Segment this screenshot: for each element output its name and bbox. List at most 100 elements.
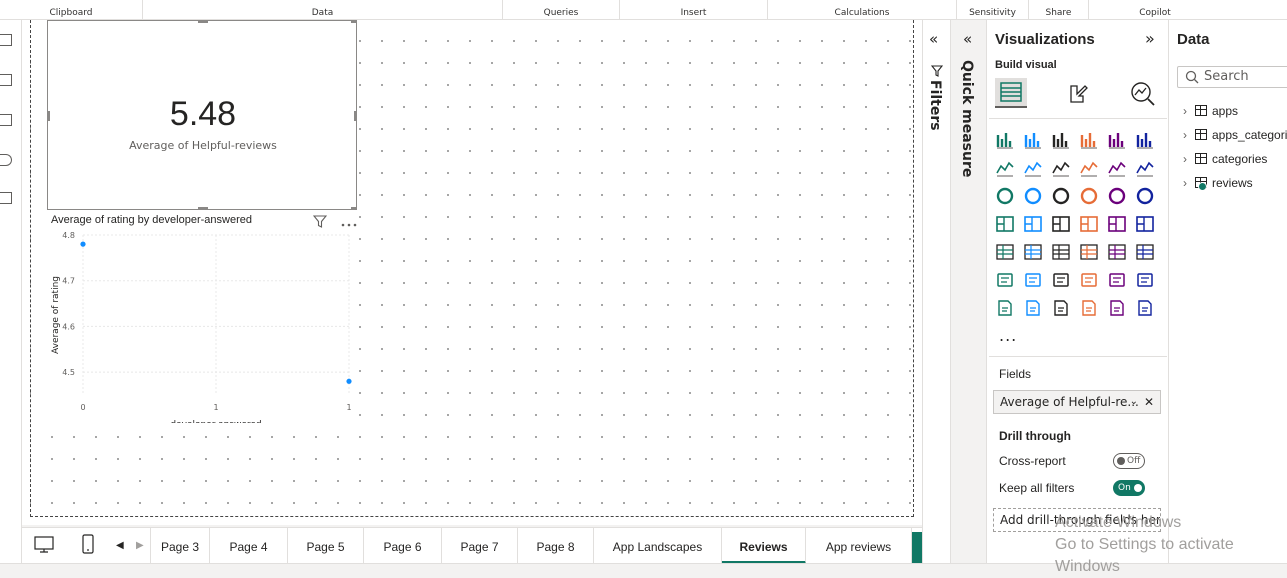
power-apps-icon[interactable] xyxy=(1023,298,1045,320)
100-stacked-column-chart-icon[interactable] xyxy=(1135,130,1157,152)
kpi-icon[interactable] xyxy=(1023,242,1045,264)
tab-reviews[interactable]: Reviews xyxy=(722,528,806,564)
table-view-icon[interactable] xyxy=(0,74,12,86)
waterfall-chart-icon[interactable] xyxy=(1023,186,1045,208)
format-visual-icon[interactable] xyxy=(1065,80,1091,110)
line-chart-icon[interactable] xyxy=(995,158,1017,180)
tab-page-7[interactable]: Page 7 xyxy=(442,528,518,564)
paginated-report-icon[interactable] xyxy=(995,298,1017,320)
chevron-right-icon[interactable]: › xyxy=(1183,175,1195,191)
tab-page-3[interactable]: Page 3 xyxy=(150,528,210,564)
chevron-right-icon[interactable]: › xyxy=(1183,151,1195,167)
r-visual-icon[interactable] xyxy=(1135,242,1157,264)
expand-filters-icon[interactable]: « xyxy=(929,30,938,48)
azure-map-icon[interactable] xyxy=(1079,214,1101,236)
100-stacked-bar-chart-icon[interactable] xyxy=(1107,130,1129,152)
more-chevron-icon[interactable] xyxy=(1135,298,1157,320)
donut-chart-icon[interactable] xyxy=(1135,186,1157,208)
tmdl-view-icon[interactable] xyxy=(0,192,12,204)
area-chart-icon[interactable] xyxy=(1023,158,1045,180)
gauge-icon[interactable] xyxy=(1107,214,1129,236)
tab-page-4[interactable]: Page 4 xyxy=(210,528,288,564)
matrix-icon[interactable] xyxy=(1107,242,1129,264)
table-item-categories[interactable]: › categories xyxy=(1183,151,1267,167)
report-view-icon[interactable] xyxy=(0,34,12,46)
desktop-layout-icon[interactable] xyxy=(34,536,54,558)
build-visual-label: Build visual xyxy=(995,59,1057,71)
chevron-down-icon[interactable]: ⌄ xyxy=(1130,391,1138,413)
filters-pane-collapsed[interactable]: « Filters xyxy=(922,20,950,563)
metrics-icon[interactable] xyxy=(1079,298,1101,320)
remove-field-icon[interactable]: ✕ xyxy=(1144,391,1154,413)
table-item-apps-categories[interactable]: › apps_categories xyxy=(1183,127,1287,143)
field-well-values[interactable]: Average of Helpful-re... ⌄ ✕ xyxy=(993,390,1161,414)
ribbon-chart-icon[interactable] xyxy=(995,186,1017,208)
tab-page-6[interactable]: Page 6 xyxy=(364,528,442,564)
report-page[interactable]: 5.48 Average of Helpful-reviews Average … xyxy=(30,20,914,517)
card-icon[interactable] xyxy=(1135,214,1157,236)
x-tick-label: 1 xyxy=(213,403,218,412)
keep-all-filters-toggle[interactable]: On xyxy=(1113,480,1145,496)
expand-quick-measure-icon[interactable]: « xyxy=(963,30,972,48)
analytics-icon[interactable] xyxy=(1129,80,1157,110)
scatter-chart-icon[interactable] xyxy=(1079,186,1101,208)
collapse-visualizations-icon[interactable]: » xyxy=(1145,29,1155,48)
power-bi-visual-icon[interactable] xyxy=(1107,298,1129,320)
power-automate-icon[interactable] xyxy=(1051,298,1073,320)
report-canvas[interactable]: 5.48 Average of Helpful-reviews Average … xyxy=(22,20,922,525)
tab-page-5[interactable]: Page 5 xyxy=(288,528,364,564)
filter-icon xyxy=(930,62,944,81)
decomposition-tree-icon[interactable] xyxy=(1051,270,1073,292)
tab-app-landscapes[interactable]: App Landscapes xyxy=(594,528,722,564)
qa-icon[interactable] xyxy=(1079,270,1101,292)
activation-watermark: Activate Windows Go to Settings to activ… xyxy=(1055,512,1287,578)
slicer-icon[interactable] xyxy=(1051,242,1073,264)
python-visual-icon[interactable] xyxy=(995,270,1017,292)
treemap-icon[interactable] xyxy=(995,214,1017,236)
filled-map-icon[interactable] xyxy=(1051,214,1073,236)
filters-label[interactable]: Filters xyxy=(927,80,943,131)
resize-handle[interactable] xyxy=(351,20,357,23)
build-visual-tab[interactable] xyxy=(995,78,1027,108)
resize-handle[interactable] xyxy=(351,207,357,210)
dax-query-view-icon[interactable] xyxy=(0,154,12,166)
ribbon-group-copilot: Copilot xyxy=(1139,8,1171,18)
stacked-bar-chart-icon[interactable] xyxy=(995,130,1017,152)
key-influencers-icon[interactable] xyxy=(1023,270,1045,292)
ribbon-group-sensitivity: Sensitivity xyxy=(957,0,1029,20)
clustered-column-chart-icon[interactable] xyxy=(1079,130,1101,152)
scroll-right-icon[interactable]: ▶ xyxy=(136,540,144,551)
quick-measure-label[interactable]: Quick measure xyxy=(959,60,975,177)
model-view-icon[interactable] xyxy=(0,114,12,126)
clustered-bar-chart-icon[interactable] xyxy=(1051,130,1073,152)
mobile-layout-icon[interactable] xyxy=(82,534,94,558)
chevron-right-icon[interactable]: › xyxy=(1183,103,1195,119)
map-icon[interactable] xyxy=(1023,214,1045,236)
scroll-left-icon[interactable]: ◀ xyxy=(116,540,124,551)
resize-handle[interactable] xyxy=(198,207,208,210)
stacked-column-chart-icon[interactable] xyxy=(1023,130,1045,152)
resize-handle[interactable] xyxy=(198,20,208,23)
scatter-chart-visual[interactable]: Average of rating by developer-answered … xyxy=(47,213,357,423)
table-item-apps[interactable]: › apps xyxy=(1183,103,1238,119)
card-visual[interactable]: 5.48 Average of Helpful-reviews xyxy=(47,20,357,210)
quick-measure-pane-collapsed[interactable]: « Quick measure xyxy=(950,20,986,563)
multi-row-card-icon[interactable] xyxy=(995,242,1017,264)
more-visuals-icon[interactable]: ... xyxy=(999,326,1017,345)
narrative-icon[interactable] xyxy=(1107,270,1129,292)
line-and-column-chart-icon[interactable] xyxy=(1107,158,1129,180)
pie-chart-icon[interactable] xyxy=(1107,186,1129,208)
tab-app-reviews[interactable]: App reviews xyxy=(806,528,912,564)
tab-page-8[interactable]: Page 8 xyxy=(518,528,594,564)
chevron-right-icon[interactable]: › xyxy=(1183,127,1195,143)
100-stacked-area-chart-icon[interactable] xyxy=(1079,158,1101,180)
cross-report-toggle[interactable]: Off xyxy=(1113,453,1145,469)
line-and-clustered-column-chart-icon[interactable] xyxy=(1135,158,1157,180)
table-item-reviews[interactable]: › reviews xyxy=(1183,175,1253,191)
goals-icon[interactable] xyxy=(1135,270,1157,292)
stacked-area-chart-icon[interactable] xyxy=(1051,158,1073,180)
funnel-chart-icon[interactable] xyxy=(1051,186,1073,208)
table-name: categories xyxy=(1212,152,1268,166)
drill-through-heading: Drill through xyxy=(999,429,1071,443)
table-icon[interactable] xyxy=(1079,242,1101,264)
